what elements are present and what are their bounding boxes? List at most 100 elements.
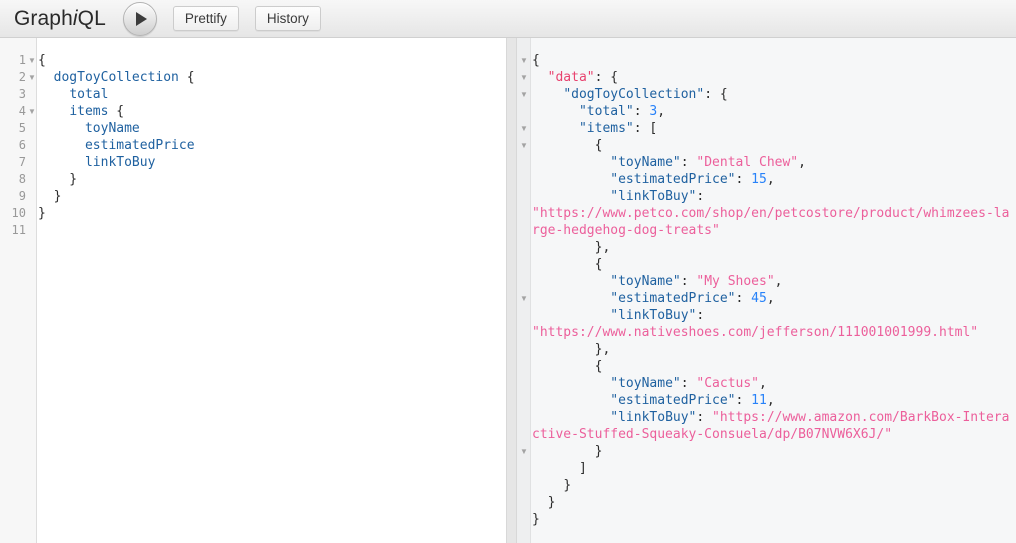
fold-toggle-icon[interactable]: ▼ (27, 69, 37, 86)
code-line: "toyName": "My Shoes", (532, 273, 1016, 290)
token-punc: : [ (633, 121, 658, 136)
line-number: 2 (18, 70, 26, 84)
token-punc: { (532, 359, 603, 374)
token-punc: : (680, 274, 697, 289)
token-punc (532, 376, 610, 391)
token-key: "toyName" (610, 274, 681, 289)
code-line: dogToyCollection { (38, 69, 504, 86)
fold-toggle-icon[interactable]: ▼ (519, 86, 529, 103)
line-number: 1 (18, 53, 26, 67)
logo-suffix: QL (77, 6, 106, 30)
result-viewer-pane[interactable]: ▼ ▼ ▼ ▼ ▼ ▼ ▼ { "data": { "dogToyCollection": … (517, 38, 1016, 543)
logo-prefix: Graph (14, 6, 73, 30)
token-punc (532, 274, 610, 289)
fold-toggle-icon[interactable]: ▼ (519, 69, 529, 86)
token-punc: : (696, 410, 713, 425)
token-str: "https://www.nativeshoes.com/jefferson/1… (532, 325, 979, 340)
line-number: 11 (11, 223, 26, 237)
token-punc: : (680, 155, 697, 170)
fold-toggle-icon[interactable]: ▼ (27, 52, 37, 69)
line-number: 4 (18, 104, 26, 118)
line-number: 10 (11, 206, 26, 220)
play-icon (136, 11, 148, 26)
token-punc (532, 393, 610, 408)
token-field: estimatedPrice (84, 138, 195, 153)
fold-toggle-icon[interactable]: ▼ (519, 443, 529, 460)
token-num: 45 (751, 291, 767, 306)
token-punc: } (38, 172, 78, 187)
code-line: ] (532, 460, 1016, 477)
prettify-button[interactable]: Prettify (172, 6, 239, 31)
execute-query-button[interactable] (122, 1, 157, 36)
query-code[interactable]: { dogToyCollection { total items { toyNa… (38, 52, 504, 239)
history-button[interactable]: History (254, 6, 321, 31)
token-punc: : { (594, 70, 619, 85)
token-str: "https://www.petco.com/shop/en/petcostor… (532, 206, 1010, 238)
token-punc (38, 121, 85, 136)
code-line: } (532, 477, 1016, 494)
code-line: { (38, 52, 504, 69)
token-punc: : { (704, 87, 728, 102)
code-line: estimatedPrice (38, 137, 504, 154)
token-punc (532, 104, 579, 119)
code-line: linkToBuy (38, 154, 504, 171)
toolbar: GraphiQL Prettify History (0, 0, 1016, 38)
code-line: "toyName": "Cactus", (532, 375, 1016, 392)
code-line: } (38, 171, 504, 188)
token-punc: { (532, 53, 540, 68)
token-punc (38, 70, 54, 85)
token-punc: : (633, 104, 650, 119)
code-line: "estimatedPrice": 15, (532, 171, 1016, 188)
token-key: "toyName" (610, 376, 681, 391)
token-punc (532, 70, 548, 85)
token-key: "total" (578, 104, 634, 119)
code-line: total (38, 86, 504, 103)
fold-toggle-icon[interactable]: ▼ (27, 103, 37, 120)
code-line: "https://www.petco.com/shop/en/petcostor… (532, 205, 1016, 239)
token-key: "linkToBuy" (610, 410, 697, 425)
fold-toggle-icon[interactable]: ▼ (519, 290, 529, 307)
code-line: "toyName": "Dental Chew", (532, 154, 1016, 171)
fold-toggle-icon[interactable]: ▼ (519, 137, 529, 154)
code-line: items { (38, 103, 504, 120)
token-key: "estimatedPrice" (610, 172, 736, 187)
token-str: "Cactus" (696, 376, 760, 391)
token-punc: { (108, 104, 125, 119)
token-num: 11 (751, 393, 767, 408)
code-line: { (532, 256, 1016, 273)
line-number: 9 (18, 189, 26, 203)
token-punc (532, 87, 563, 102)
token-field: dogToyCollection (53, 70, 179, 85)
token-punc (532, 172, 610, 187)
query-editor-pane[interactable]: 1 2 3 4 5 6 7 8 9 10 11 ▼ ▼ ▼ { dogToyCollection { to… (0, 38, 506, 543)
token-punc (38, 87, 69, 102)
token-str: "My Shoes" (696, 274, 775, 289)
code-line: "items": [ (532, 120, 1016, 137)
token-punc: } (532, 495, 556, 510)
token-punc: , (774, 274, 783, 289)
code-line: "estimatedPrice": 11, (532, 392, 1016, 409)
fold-toggle-icon[interactable]: ▼ (519, 120, 529, 137)
token-key: "estimatedPrice" (610, 393, 736, 408)
pane-splitter[interactable] (506, 38, 517, 543)
token-field: items (69, 104, 109, 119)
token-field: toyName (84, 121, 140, 136)
line-number: 7 (18, 155, 26, 169)
token-field: linkToBuy (84, 155, 156, 170)
code-line: { (532, 52, 1016, 69)
graphiql-logo: GraphiQL (14, 7, 106, 31)
token-punc: { (178, 70, 195, 85)
token-key: "linkToBuy" (610, 308, 697, 323)
token-punc (38, 138, 85, 153)
token-punc (532, 155, 610, 170)
line-number: 3 (18, 87, 26, 101)
code-line: "linkToBuy": (532, 188, 1016, 205)
token-punc: : (696, 189, 713, 204)
code-line: { (532, 358, 1016, 375)
token-punc: }, (532, 342, 611, 357)
code-line: "total": 3, (532, 103, 1016, 120)
token-key: "items" (578, 121, 634, 136)
token-punc: } (532, 478, 572, 493)
fold-toggle-icon[interactable]: ▼ (519, 52, 529, 69)
